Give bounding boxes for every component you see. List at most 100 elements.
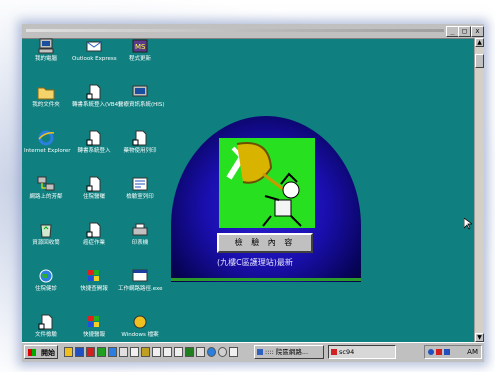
desktop-icon-windows-files[interactable]: Windows 檔案 xyxy=(118,314,162,339)
printer-icon xyxy=(132,223,148,236)
desktop-icon-cancer-work[interactable]: 癌症作業 xyxy=(72,222,116,247)
quicklaunch-icon-10[interactable] xyxy=(163,347,172,357)
quicklaunch-icon-12[interactable] xyxy=(185,347,194,357)
taskbar-task-sc94[interactable]: sc94 xyxy=(328,345,396,359)
quicklaunch-icon-13[interactable] xyxy=(196,347,205,357)
shortcut-icon xyxy=(38,314,53,330)
scroll-thumb[interactable] xyxy=(475,54,484,68)
task-window-icon xyxy=(331,349,337,355)
quicklaunch-icon-15[interactable] xyxy=(218,347,227,357)
my-documents-icon xyxy=(37,87,55,100)
scroll-up-arrow[interactable]: ▲ xyxy=(475,38,484,47)
desktop-icon-program-update[interactable]: MS 程式更新 xyxy=(118,38,162,63)
desktop-icon-his[interactable]: 醫療資訊系統(HIS) xyxy=(118,84,165,109)
desktop-icon-outlook-express[interactable]: Outlook Express xyxy=(72,38,117,63)
taskbar: 開始 :::: 院區網路... sc94 AM xyxy=(22,342,484,362)
globe-shortcut-icon xyxy=(39,269,53,283)
desktop-icon-recycle-bin[interactable]: 資源回收筒 xyxy=(24,222,68,247)
desktop-icon-network[interactable]: 網路上的芳鄰 xyxy=(24,176,68,201)
screenshot-window: _ □ x 我的電腦 我的文件夾 Internet Explorer 網路上的芳… xyxy=(22,24,484,362)
start-label: 開始 xyxy=(41,349,55,357)
desktop-icon-my-computer[interactable]: 我的電腦 xyxy=(24,38,68,63)
desktop-icon-vb4-login[interactable]: 轉書系統登入(VB4) xyxy=(72,84,121,109)
quicklaunch-icon-2[interactable] xyxy=(75,347,84,357)
icon-label: 住院醫囑 xyxy=(82,194,105,200)
internet-explorer-icon xyxy=(38,130,55,146)
quicklaunch-icon-7[interactable] xyxy=(130,347,139,357)
icon-label: 我的電腦 xyxy=(34,56,57,62)
icon-label: 我的文件夾 xyxy=(32,102,60,108)
task-label: :::: 院區網路... xyxy=(265,348,309,356)
task-label: sc94 xyxy=(339,348,355,356)
icon-label: 住院健診 xyxy=(34,286,57,292)
quicklaunch-icon-3[interactable] xyxy=(86,347,95,357)
trumpeter-icon xyxy=(226,142,302,227)
desktop-icon-network-path[interactable]: 工作網路路徑.exe xyxy=(118,268,163,293)
quicklaunch-icon-8[interactable] xyxy=(141,347,150,357)
quicklaunch-icon-1[interactable] xyxy=(64,347,73,357)
icon-label: 快捷查開報 xyxy=(80,286,108,292)
tray-icon-3[interactable] xyxy=(444,349,450,355)
desktop-icon-document-check[interactable]: 文件檢驗 xyxy=(24,314,68,339)
close-button[interactable]: x xyxy=(471,26,484,37)
icon-label: 轉書系統登入(VB4) xyxy=(72,102,121,108)
desktop-icon-quick-medical[interactable]: 快捷醫報 xyxy=(72,314,116,339)
tray-icon-2[interactable] xyxy=(436,349,442,355)
splash-caption: (九樓C區護理站)最新 xyxy=(217,258,293,267)
desktop-icon-system-login[interactable]: 轉書系統登入 xyxy=(72,130,116,155)
start-button[interactable]: 開始 xyxy=(24,345,58,359)
maximize-button[interactable]: □ xyxy=(458,26,471,37)
icon-label: 工作網路路徑.exe xyxy=(118,286,163,292)
mouse-cursor-icon xyxy=(464,218,472,230)
task-window-icon xyxy=(257,349,263,355)
icon-label: 醫療資訊系統(HIS) xyxy=(118,102,165,108)
icon-label: 檢驗室列印 xyxy=(126,194,154,200)
desktop-icon-internet-explorer[interactable]: Internet Explorer xyxy=(24,130,71,155)
splash-stripe xyxy=(171,278,361,281)
tray-clock[interactable]: AM xyxy=(467,346,478,358)
quicklaunch-icon-11[interactable] xyxy=(174,347,183,357)
quicklaunch-icon-4[interactable] xyxy=(97,347,106,357)
icon-label: Windows 檔案 xyxy=(121,332,159,338)
shortcut-icon xyxy=(86,84,101,100)
network-neighborhood-icon xyxy=(37,176,55,191)
outlook-express-icon xyxy=(86,41,102,52)
shortcut-icon xyxy=(132,85,148,97)
icon-label: 轉書系統登入 xyxy=(77,148,111,154)
desktop-icon-drug-print[interactable]: 藥物使用列印 xyxy=(118,130,162,155)
quicklaunch-icon-5[interactable] xyxy=(108,347,117,357)
shortcut-icon xyxy=(86,130,101,146)
tray-icon-1[interactable] xyxy=(428,349,434,355)
windows-logo-icon xyxy=(88,270,99,281)
desktop-icon-printer[interactable]: 印表機 xyxy=(118,222,162,247)
shortcut-icon xyxy=(86,222,101,238)
icon-label: Internet Explorer xyxy=(24,148,71,154)
shortcut-icon xyxy=(133,315,147,329)
desktop-icon-my-documents[interactable]: 我的文件夾 xyxy=(24,84,68,109)
desktop-icon-inpatient-checkup[interactable]: 住院健診 xyxy=(24,268,68,293)
icon-label: 程式更新 xyxy=(128,56,151,62)
quicklaunch-icon-14[interactable] xyxy=(207,347,216,357)
lab-content-button[interactable]: 檢 驗 內 容 xyxy=(217,233,313,253)
desktop-icon-quick-report[interactable]: 快捷查開報 xyxy=(72,268,116,293)
system-tray: AM xyxy=(424,345,482,359)
splash-illustration xyxy=(219,138,315,228)
svg-text:MS: MS xyxy=(135,43,146,51)
quicklaunch-icon-6[interactable] xyxy=(119,347,128,357)
desktop-icon-inpatient-orders[interactable]: 住院醫囑 xyxy=(72,176,116,201)
shortcut-icon xyxy=(132,130,147,146)
quicklaunch-icon-9[interactable] xyxy=(152,347,161,357)
desktop-icon-lab-print[interactable]: 檢驗室列印 xyxy=(118,176,162,201)
icon-label: 快捷醫報 xyxy=(82,332,105,338)
vertical-scrollbar[interactable]: ▲ ▼ xyxy=(474,38,484,342)
windows-flag-icon xyxy=(28,349,36,356)
windows-logo-icon xyxy=(88,316,99,327)
icon-label: 資源回收筒 xyxy=(32,240,60,246)
taskbar-task-network[interactable]: :::: 院區網路... xyxy=(254,345,324,359)
quicklaunch-icon-16[interactable] xyxy=(229,347,238,357)
shortcut-icon xyxy=(132,269,148,282)
desktop-area: 我的電腦 我的文件夾 Internet Explorer 網路上的芳鄰 資源回收… xyxy=(22,38,474,342)
icon-label: 癌症作業 xyxy=(82,240,105,246)
scroll-down-arrow[interactable]: ▼ xyxy=(475,333,484,342)
icon-label: 藥物使用列印 xyxy=(123,148,157,154)
